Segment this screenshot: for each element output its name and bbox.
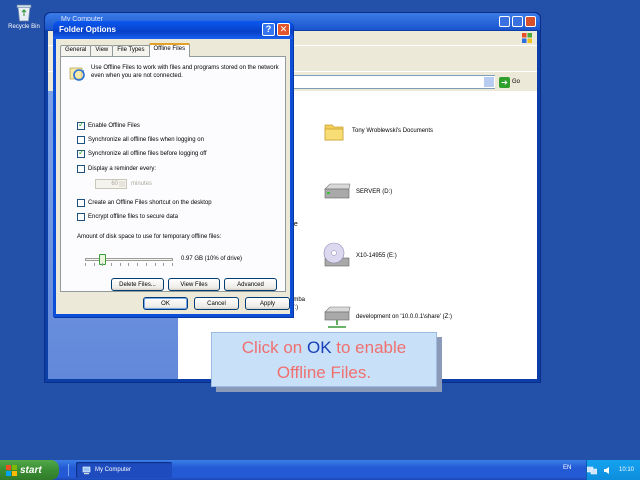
windows-logo-icon <box>522 33 532 43</box>
minimize-button[interactable] <box>499 16 510 27</box>
checkbox-label: Display a reminder every: <box>88 166 157 172</box>
go-label: Go <box>512 79 521 85</box>
start-label: start <box>20 464 42 476</box>
maximize-button[interactable] <box>512 16 523 27</box>
checkbox-box[interactable] <box>77 120 85 130</box>
apply-button[interactable]: Apply <box>245 297 290 310</box>
window-controls <box>499 16 536 27</box>
disk-space-value: 0.97 GB (10% of drive) <box>181 256 243 262</box>
checkbox-box[interactable] <box>77 199 85 207</box>
encrypt-checkbox[interactable]: Encrypt offline files to secure data <box>77 213 178 221</box>
info-text: Use Offline Files to work with files and… <box>91 65 279 79</box>
reminder-minutes-spinner[interactable]: 60 <box>95 179 127 189</box>
balloon-text-2: to enable <box>331 338 407 357</box>
sync-logon-checkbox[interactable]: Synchronize all offline files when loggi… <box>77 136 204 144</box>
list-item[interactable]: Tony Wroblewski's Documents <box>322 118 433 144</box>
reminder-interval: 60 minutes <box>95 179 152 189</box>
network-drive-icon <box>324 306 351 328</box>
offline-files-panel: Use Offline Files to work with files and… <box>60 56 286 292</box>
folder-icon <box>324 124 344 141</box>
cancel-button[interactable]: Cancel <box>194 297 239 310</box>
item-label: development on '10.0.0.1\share' (Z:) <box>356 314 453 321</box>
disk-space-label: Amount of disk space to use for temporar… <box>77 234 222 240</box>
list-item[interactable]: SERVER (D:) <box>322 181 392 203</box>
balloon-line-2: Offline Files. <box>276 363 372 382</box>
checkbox-box[interactable] <box>77 165 85 173</box>
system-tray: 10:10 <box>586 460 640 480</box>
checkbox-label: Create an Offline Files shortcut on the … <box>88 200 212 206</box>
delete-files-button[interactable]: Delete Files... <box>111 278 164 291</box>
taskbar: start My Computer EN 10:10 <box>0 460 640 480</box>
taskbar-item-my-computer[interactable]: My Computer <box>76 462 172 478</box>
reminder-unit-label: minutes <box>131 181 153 187</box>
go-arrow-icon: ➔ <box>499 76 510 88</box>
checkbox-label: Encrypt offline files to secure data <box>88 214 178 220</box>
item-label: X10-14955 (E:) <box>356 253 397 259</box>
volume-tray-icon[interactable] <box>603 466 613 475</box>
disk-space-slider: 0.97 GB (10% of drive) <box>77 252 277 266</box>
language-indicator[interactable]: EN <box>563 465 571 471</box>
info-section: Use Offline Files to work with files and… <box>69 65 281 81</box>
computer-icon <box>82 466 91 474</box>
windows-flag-icon <box>6 464 17 476</box>
checkbox-box[interactable] <box>77 148 85 158</box>
start-button[interactable]: start <box>0 460 59 480</box>
hard-drive-icon <box>324 183 351 199</box>
list-item[interactable]: development on '10.0.0.1\share' (Z:) <box>322 305 452 331</box>
address-dropdown-button[interactable] <box>483 76 495 88</box>
list-item[interactable]: X10-14955 (E:) <box>322 241 397 271</box>
enable-offline-files-checkbox[interactable]: Enable Offline Files <box>77 120 140 130</box>
cd-drive-icon <box>323 242 350 267</box>
task-label: My Computer <box>95 467 132 473</box>
close-button[interactable] <box>525 16 536 27</box>
clock: 10:10 <box>618 467 634 473</box>
help-button[interactable]: ? <box>262 23 275 36</box>
network-tray-icon[interactable] <box>586 466 597 475</box>
reminder-checkbox[interactable]: Display a reminder every: <box>77 165 156 173</box>
advanced-button[interactable]: Advanced <box>224 278 277 291</box>
recycle-bin-label: Recycle Bin <box>8 24 40 30</box>
recycle-bin-icon <box>16 4 32 22</box>
slider-track[interactable] <box>85 253 173 265</box>
recycle-bin[interactable]: Recycle Bin <box>4 2 44 30</box>
dialog-title-bar: Folder Options ? ✕ <box>53 21 293 39</box>
ok-button[interactable]: OK <box>143 297 188 310</box>
create-shortcut-checkbox[interactable]: Create an Offline Files shortcut on the … <box>77 199 212 207</box>
sync-logoff-checkbox[interactable]: Synchronize all offline files before log… <box>77 148 207 158</box>
balloon-text-1: Click on <box>241 338 307 357</box>
instruction-balloon: Click on OK to enable Offline Files. <box>211 332 437 387</box>
dialog-title: Folder Options <box>59 25 116 34</box>
offline-files-icon <box>69 67 85 81</box>
dialog-close-button[interactable]: ✕ <box>277 23 290 36</box>
go-button[interactable]: ➔ Go <box>499 75 533 89</box>
checkbox-label: Synchronize all offline files when loggi… <box>88 137 204 143</box>
quick-launch-divider-icon <box>68 464 69 476</box>
folder-options-dialog: Folder Options ? ✕ General View File Typ… <box>53 21 293 317</box>
dialog-tabs: General View File Types Offline Files <box>60 43 191 57</box>
checkbox-box[interactable] <box>77 213 85 221</box>
view-files-button[interactable]: View Files <box>168 278 220 291</box>
checkbox-label: Synchronize all offline files before log… <box>88 151 207 157</box>
checkbox-box[interactable] <box>77 136 85 144</box>
tab-offline-files[interactable]: Offline Files <box>148 43 191 57</box>
item-label: Tony Wroblewski's Documents <box>352 128 434 134</box>
slider-ticks <box>85 263 173 266</box>
dialog-title-buttons: ? ✕ <box>262 23 290 36</box>
balloon-keyword: OK <box>306 338 332 357</box>
item-label: SERVER (D:) <box>356 189 393 195</box>
checkbox-label: Enable Offline Files <box>88 123 140 129</box>
balloon-line-1: Click on OK to enable <box>212 335 436 360</box>
